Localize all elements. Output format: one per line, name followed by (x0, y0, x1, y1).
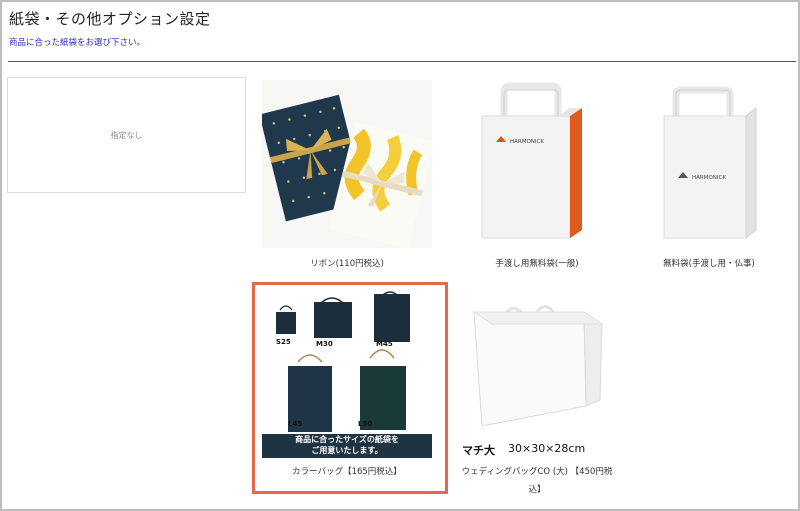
header-divider (8, 61, 796, 62)
option-ribbon[interactable]: リボン(110円税込) (262, 80, 432, 270)
option-free-bag-buddhist-caption: 無料袋(手渡し用・仏事) (663, 259, 755, 269)
color-bag-size-l45: L45 (288, 420, 303, 428)
color-bag-size-s25: S25 (276, 338, 291, 346)
option-wedding-bag[interactable]: マチ大 30×30×28cm ウェディングバッグCO (大) 【450円税 込】 (452, 296, 622, 500)
option-none[interactable]: 指定なし (7, 77, 246, 193)
option-wedding-bag-caption-line1: ウェディングバッグCO (大) 【450円税 (461, 467, 613, 477)
color-bag-banner: 商品に合ったサイズの紙袋を ご用意いたします。 (262, 434, 432, 458)
free-bag-general-image: HARMONICK (481, 82, 582, 239)
color-bag-image (276, 291, 410, 432)
option-color-bag-caption: カラーバッグ【165円税込】 (292, 467, 402, 477)
option-free-bag-general-caption: 手渡し用無料袋(一般) (495, 259, 579, 269)
harmonick-logo: HARMONICK (692, 175, 726, 181)
option-ribbon-caption: リボン(110円税込) (310, 259, 384, 269)
option-wedding-bag-caption-line2: 込】 (528, 485, 546, 495)
color-bag-size-m30: M30 (316, 340, 333, 348)
wedding-dimensions: 30×30×28cm (508, 442, 586, 455)
color-bag-size-m45: M45 (376, 340, 393, 348)
color-bag-size-l50: L50 (358, 420, 373, 428)
free-bag-buddhist-image: HARMONICK (663, 86, 757, 240)
color-bag-banner-line2: ご用意いたします。 (311, 446, 383, 455)
option-free-bag-buddhist[interactable]: HARMONICK 無料袋(手渡し用・仏事) (624, 82, 794, 272)
page-title: 紙袋・その他オプション設定 (9, 10, 211, 28)
option-none-label: 指定なし (110, 130, 143, 140)
wedding-bag-image (472, 305, 604, 426)
page-subtitle: 商品に合った紙袋をお選び下さい。 (9, 38, 146, 48)
wedding-gusset-label: マチ大 (462, 444, 495, 457)
harmonick-logo: HARMONICK (510, 139, 544, 145)
ribbon-gift-image (262, 80, 432, 248)
option-free-bag-general[interactable]: HARMONICK 手渡し用無料袋(一般) (452, 82, 622, 272)
color-bag-banner-line1: 商品に合ったサイズの紙袋を (295, 435, 399, 444)
option-color-bag[interactable]: S25 M30 M45 L45 L50 商品に合ったサイズの紙袋を ご用意いたし… (258, 288, 436, 484)
